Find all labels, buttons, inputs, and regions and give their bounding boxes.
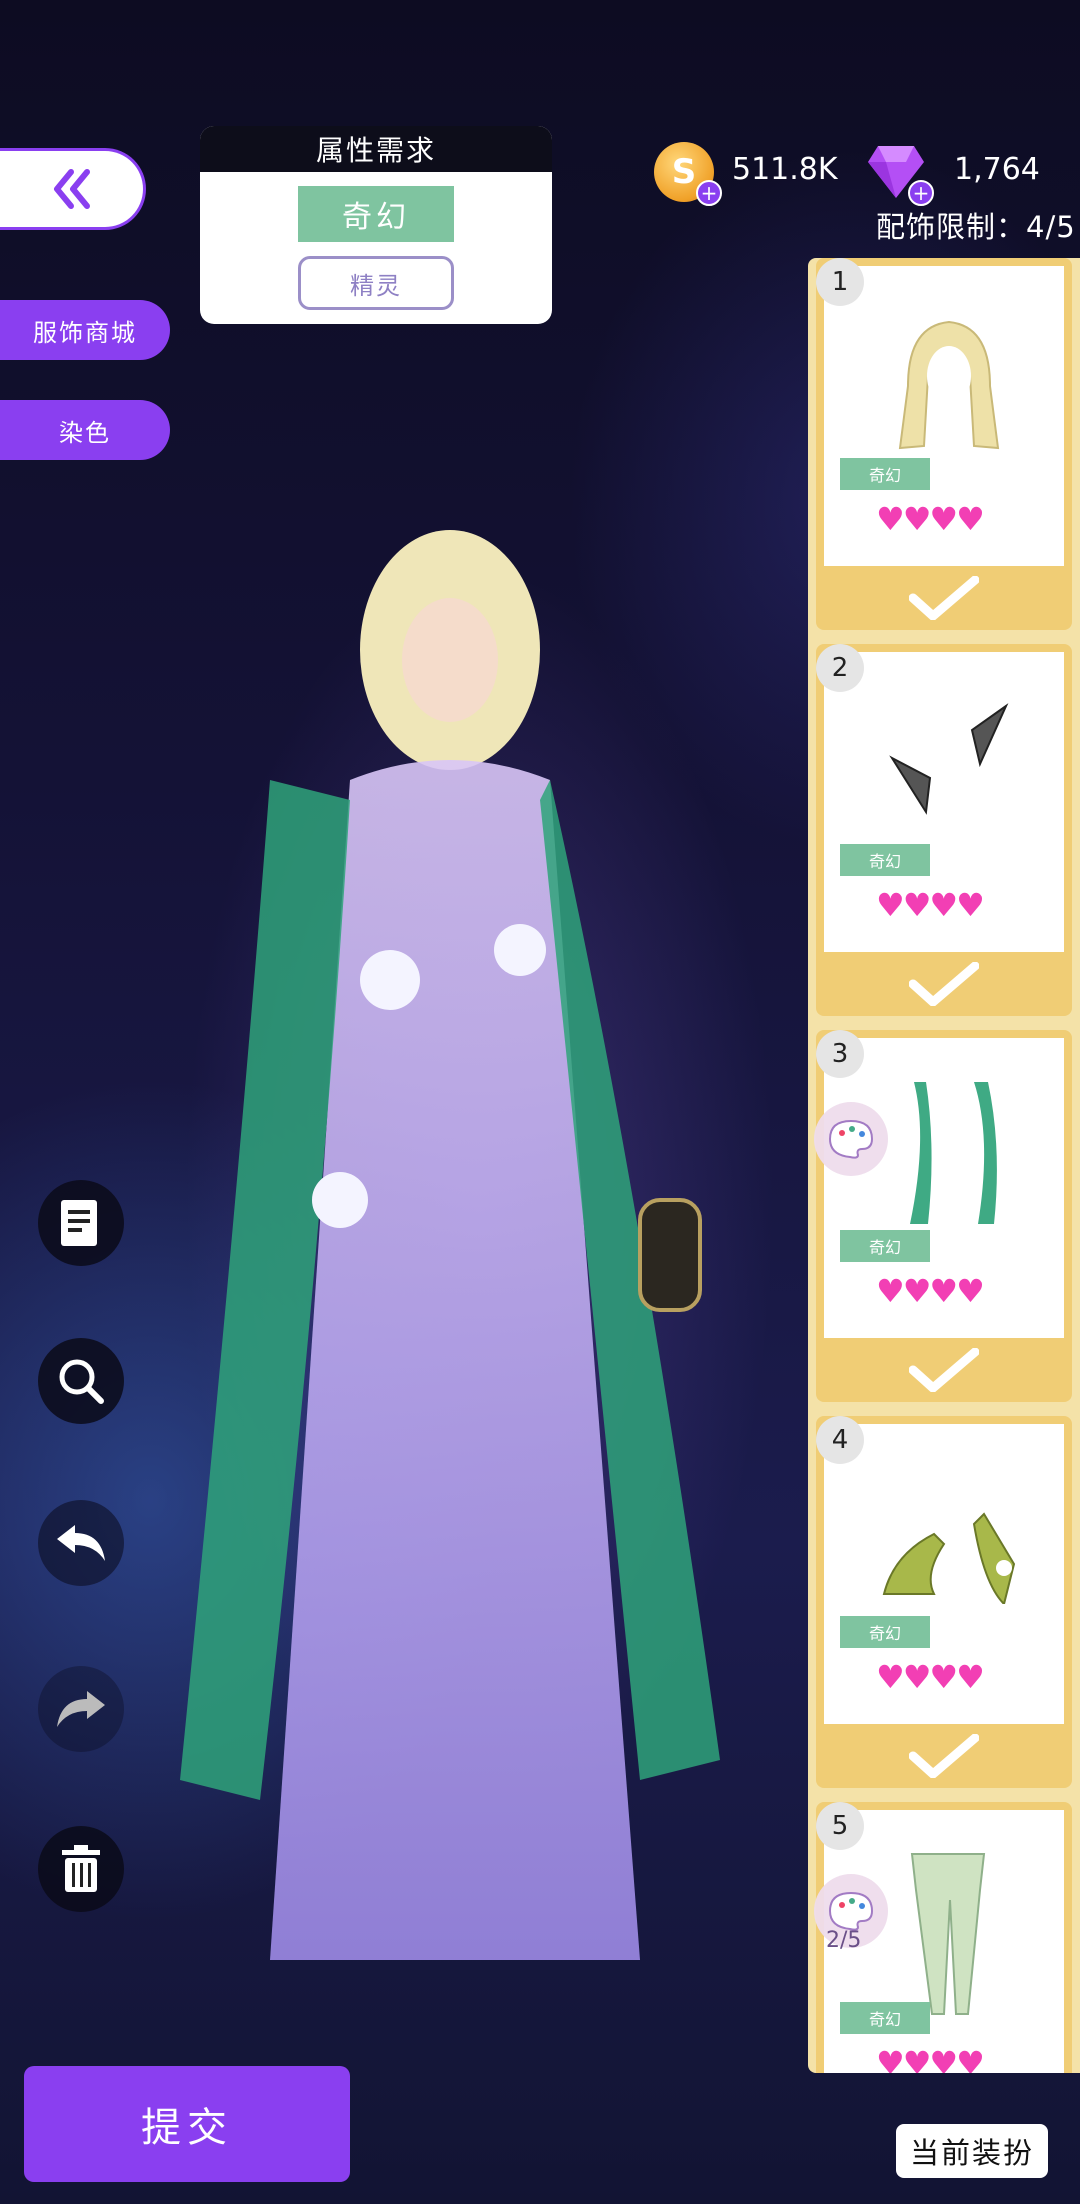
item-number: 2 <box>816 644 864 692</box>
ear-icon <box>889 703 1009 815</box>
item-style-tag: 奇幻 <box>840 1616 930 1648</box>
notes-button[interactable] <box>38 1180 124 1266</box>
equipped-items-panel[interactable]: 奇幻 ♥♥♥♥ 1 奇幻 ♥♥♥♥ 2 奇幻 ♥♥♥♥ 3 奇幻 ♥♥♥♥ 4 … <box>808 258 1080 2073</box>
search-icon <box>59 1359 104 1404</box>
item-number: 4 <box>816 1416 864 1464</box>
clothing-shop-button[interactable]: 服饰商城 <box>0 300 170 360</box>
item-hearts: ♥♥♥♥ <box>876 1658 985 1696</box>
item-card-3[interactable]: 奇幻 ♥♥♥♥ 3 <box>814 1030 1072 1402</box>
item-card-4[interactable]: 奇幻 ♥♥♥♥ 4 <box>816 1416 1072 1788</box>
undo-button[interactable] <box>38 1500 124 1586</box>
item-number: 5 <box>816 1802 864 1850</box>
double-chevron-left-icon <box>53 169 90 209</box>
redo-button[interactable] <box>38 1666 124 1752</box>
checkmark-icon <box>816 1724 1072 1788</box>
add-gems-icon[interactable]: + <box>908 180 934 206</box>
item-style-tag: 奇幻 <box>840 458 930 490</box>
redo-icon <box>57 1691 105 1727</box>
secondary-style-tag: 精灵 <box>298 256 454 310</box>
item-card-1[interactable]: 奇幻 ♥♥♥♥ 1 <box>816 258 1072 630</box>
item-hearts: ♥♥♥♥ <box>876 1272 985 1310</box>
item-hearts: ♥♥♥♥ <box>876 2044 985 2073</box>
zoom-button[interactable] <box>38 1338 124 1424</box>
item-image: 奇幻 ♥♥♥♥ <box>824 1424 1064 1724</box>
add-coins-icon[interactable]: + <box>696 180 722 206</box>
requirement-card: 属性需求 奇幻 精灵 <box>200 126 552 324</box>
item-style-tag: 奇幻 <box>840 2002 930 2034</box>
delete-button[interactable] <box>38 1826 124 1912</box>
item-style-tag: 奇幻 <box>840 844 930 876</box>
dye-button[interactable]: 染色 <box>0 400 170 460</box>
item-number: 1 <box>816 258 864 306</box>
item-image: 奇幻 ♥♥♥♥ <box>824 266 1064 566</box>
dye-count: 2/5 <box>826 1928 862 1953</box>
checkmark-icon <box>816 952 1072 1016</box>
primary-style-tag: 奇幻 <box>298 186 454 242</box>
current-outfit-button[interactable]: 当前装扮 <box>896 2124 1048 2178</box>
undo-icon <box>57 1525 105 1561</box>
checkmark-icon <box>816 566 1072 630</box>
sleeve-icon <box>910 1082 997 1224</box>
item-card-2[interactable]: 奇幻 ♥♥♥♥ 2 <box>816 644 1072 1016</box>
coin-balance: 511.8K <box>732 152 838 187</box>
item-hearts: ♥♥♥♥ <box>876 500 985 538</box>
item-image: 奇幻 ♥♥♥♥ <box>824 1038 1064 1338</box>
item-image: 奇幻 ♥♥♥♥ <box>824 652 1064 952</box>
item-hearts: ♥♥♥♥ <box>876 886 985 924</box>
accessory-limit: 配饰限制：4/5 <box>876 210 1076 244</box>
item-number: 3 <box>816 1030 864 1078</box>
character-figure <box>180 530 720 1960</box>
dye-palette-icon[interactable] <box>814 1102 888 1176</box>
hair-icon <box>898 320 1000 450</box>
stockings-icon <box>910 1853 986 2015</box>
item-style-tag: 奇幻 <box>840 1230 930 1262</box>
submit-button[interactable]: 提交 <box>24 2066 350 2182</box>
back-button[interactable] <box>0 148 146 230</box>
shoes-icon <box>882 1512 1016 1604</box>
gem-balance: 1,764 <box>954 152 1040 187</box>
item-card-5[interactable]: 奇幻 ♥♥♥♥ 2/5 5 <box>814 1802 1072 2073</box>
trash-icon <box>62 1845 100 1892</box>
requirement-title: 属性需求 <box>200 126 552 172</box>
notes-icon <box>61 1200 97 1246</box>
checkmark-icon <box>816 1338 1072 1402</box>
